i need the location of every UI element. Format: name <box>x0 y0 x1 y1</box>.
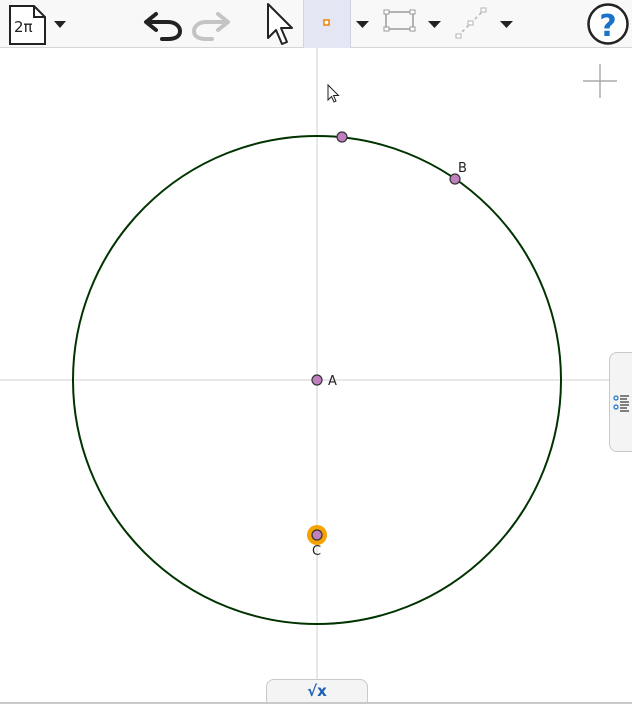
help-icon: ? <box>587 3 629 45</box>
arrow-cursor-icon <box>267 3 293 45</box>
algebra-input-tab[interactable]: √x <box>266 679 368 704</box>
geogebra-app: 2π ? B A C √x <box>0 0 632 704</box>
move-tool[interactable] <box>258 0 300 48</box>
point-b-label: B <box>458 161 467 176</box>
help-button[interactable]: ? <box>586 0 632 48</box>
graphics-view[interactable]: B A C <box>0 48 632 704</box>
algebra-tab-label: √x <box>307 682 327 700</box>
point-c-label: C <box>312 544 321 559</box>
redo-button[interactable] <box>188 0 232 48</box>
segment-tools-dropdown[interactable] <box>496 0 518 48</box>
polygon-tool[interactable] <box>380 0 420 48</box>
plus-icon[interactable] <box>583 64 617 98</box>
chevron-down-icon <box>356 21 369 28</box>
mouse-cursor-icon <box>327 83 340 103</box>
undo-button[interactable] <box>142 0 186 48</box>
toolbar: 2π ? <box>0 0 632 48</box>
point-a[interactable] <box>311 374 323 386</box>
point-a-label: A <box>328 374 337 389</box>
polygon-tools-dropdown[interactable] <box>424 0 446 48</box>
help-label: ? <box>599 9 616 44</box>
undo-icon <box>144 12 183 41</box>
chevron-down-icon <box>500 21 513 28</box>
algebra-list-icon <box>613 395 629 412</box>
main-menu-button[interactable]: 2π <box>4 0 72 48</box>
redo-icon <box>191 12 230 41</box>
point-tool[interactable] <box>303 0 351 48</box>
segment-tool[interactable] <box>452 0 492 48</box>
point-icon <box>323 19 330 26</box>
point-unlabeled[interactable] <box>336 131 348 143</box>
polygon-icon <box>383 9 416 32</box>
style-bar-toggle[interactable] <box>609 352 632 452</box>
menu-label: 2π <box>14 18 33 36</box>
menu-dropdown-icon <box>54 21 66 28</box>
point-c[interactable] <box>311 529 323 541</box>
chevron-down-icon <box>428 21 441 28</box>
segment-icon <box>455 7 487 39</box>
point-tools-dropdown[interactable] <box>352 0 374 48</box>
